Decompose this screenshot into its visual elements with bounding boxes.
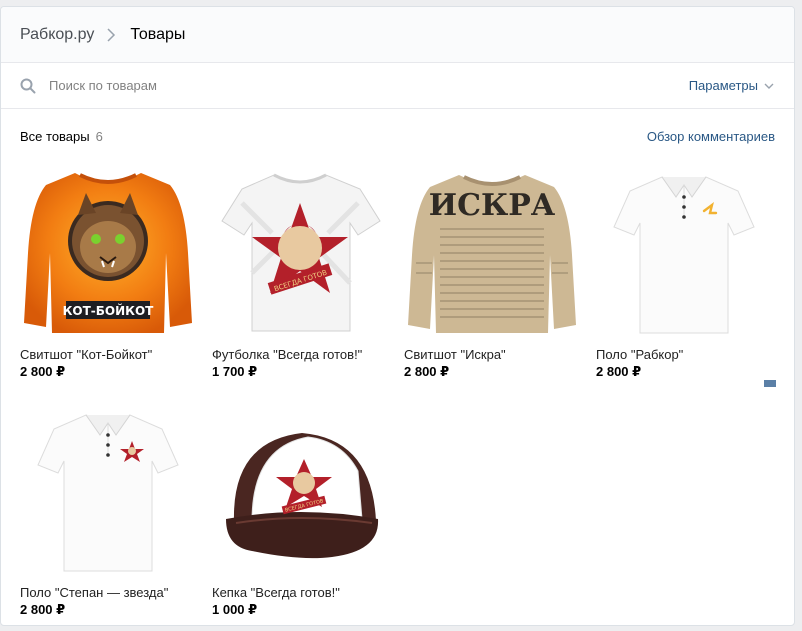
parameters-label: Параметры [688, 78, 758, 93]
product-name[interactable]: Поло "Рабкор" [596, 347, 772, 363]
polo-white-image [613, 176, 755, 334]
product-card[interactable]: ВСЕГДА ГОТОВ Кепка "Всегда готов!" 1 000… [212, 401, 388, 618]
product-price: 1 700 ₽ [212, 364, 258, 379]
chevron-down-icon [764, 83, 774, 89]
product-card[interactable]: КОТ-БОЙКОТ Свитшот "Кот-Бойкот" 2 800 ₽ [20, 163, 196, 387]
product-price: 2 800 ₽ [404, 364, 450, 379]
search-icon [20, 78, 36, 93]
search-input[interactable] [49, 78, 549, 93]
product-image[interactable]: ИСКРА [404, 163, 580, 339]
market-card: Рабкор.ру Товары Параметры Все товары 6 О… [0, 6, 795, 626]
product-card[interactable]: Поло "Степан — звезда" 2 800 ₽ [20, 401, 196, 618]
tshirt-image: ВСЕГДА ГОТОВ [221, 173, 381, 332]
product-image[interactable] [20, 401, 196, 577]
product-name[interactable]: Свитшот "Кот-Бойкот" [20, 347, 196, 363]
product-image[interactable]: ВСЕГДА ГОТОВ [212, 401, 388, 577]
product-card[interactable]: Поло "Рабкор" 2 800 ₽ [596, 163, 776, 387]
search-bar: Параметры [1, 63, 794, 109]
product-name[interactable]: Свитшот "Искра" [404, 347, 580, 363]
image-caption: ИСКРА [429, 188, 556, 223]
comments-review-link[interactable]: Обзор комментариев [647, 129, 775, 144]
breadcrumb-group-link[interactable]: Рабкор.ру [20, 26, 94, 44]
product-price: 2 800 ₽ [20, 602, 66, 617]
parameters-dropdown[interactable]: Параметры [689, 78, 774, 93]
section-title: Все товары [20, 128, 90, 144]
product-image[interactable]: КОТ-БОЙКОТ [20, 163, 196, 339]
corner-marker [764, 380, 776, 387]
section-header: Все товары 6 Обзор комментариев [1, 109, 794, 163]
product-grid: КОТ-БОЙКОТ Свитшот "Кот-Бойкот" 2 800 ₽ … [1, 163, 794, 618]
product-card[interactable]: ИСКРА Свитшот "Искра" 2 800 ₽ [404, 163, 580, 387]
product-price: 2 800 ₽ [596, 364, 642, 379]
cap-image: ВСЕГДА ГОТОВ [226, 433, 379, 559]
polo-star-image [37, 414, 179, 572]
breadcrumb-current: Товары [130, 25, 186, 43]
product-count: 6 [95, 128, 103, 144]
sweatshirt-orange-image: КОТ-БОЙКОТ [24, 173, 192, 333]
chevron-right-icon [107, 27, 116, 42]
breadcrumb: Рабкор.ру Товары [1, 7, 794, 63]
product-card[interactable]: ВСЕГДА ГОТОВ Футболка "Всегда готов!" 1 … [212, 163, 388, 387]
product-image[interactable] [596, 163, 772, 339]
product-price: 2 800 ₽ [20, 364, 66, 379]
product-price: 1 000 ₽ [212, 602, 258, 617]
sweatshirt-newspaper-image: ИСКРА [408, 175, 576, 333]
product-name[interactable]: Поло "Степан — звезда" [20, 585, 196, 601]
product-image[interactable]: ВСЕГДА ГОТОВ [212, 163, 388, 339]
product-name[interactable]: Футболка "Всегда готов!" [212, 347, 388, 363]
product-name[interactable]: Кепка "Всегда готов!" [212, 585, 388, 601]
image-caption: КОТ-БОЙКОТ [63, 303, 155, 318]
